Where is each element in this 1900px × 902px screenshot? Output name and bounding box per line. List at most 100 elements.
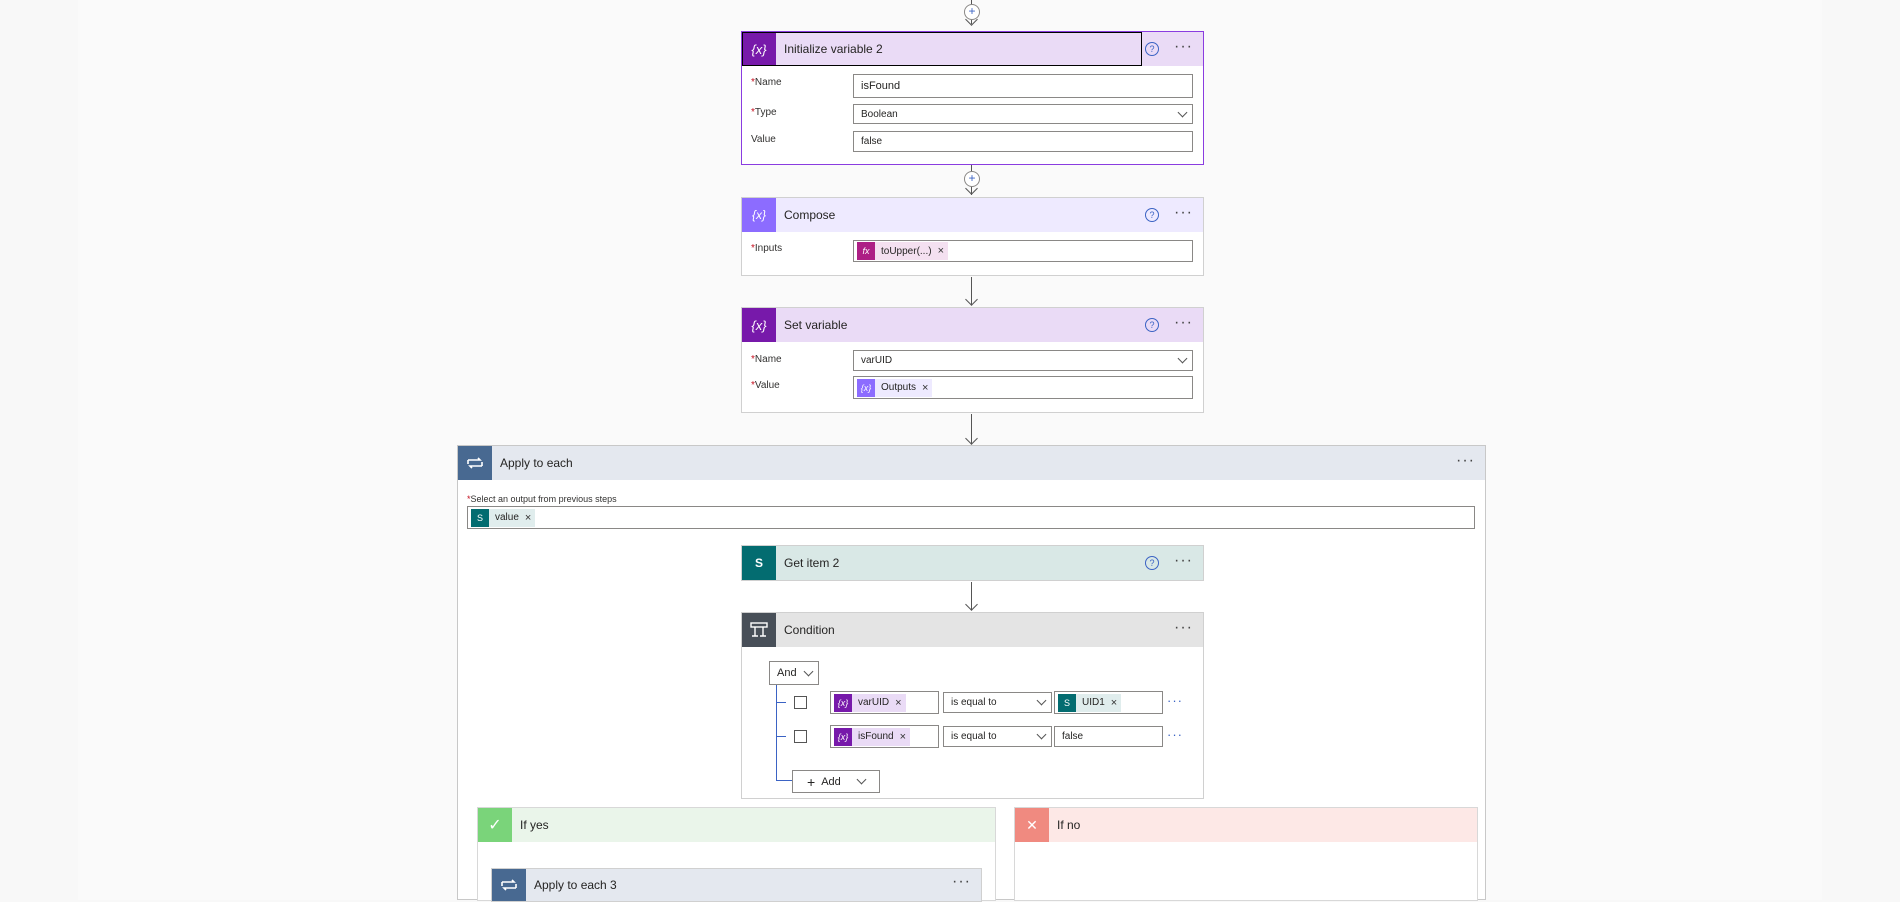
value-field[interactable]: {x} Outputs × — [853, 376, 1193, 399]
check-icon: ✓ — [478, 808, 512, 842]
name-input[interactable]: isFound — [853, 74, 1193, 98]
left-operand-field[interactable]: {x} varUID × — [830, 691, 939, 714]
tree-line — [776, 702, 786, 703]
card-header[interactable]: {x} Initialize variable 2 ? ··· — [742, 32, 1203, 66]
token-label: UID1 — [1082, 697, 1105, 708]
remove-token-button[interactable]: × — [938, 245, 944, 257]
set-variable-card[interactable]: {x} Set variable ? ··· *Name varUID *Val… — [741, 307, 1204, 413]
card-title: Set variable — [784, 318, 848, 332]
chevron-down-icon — [856, 774, 867, 785]
sharepoint-icon: S — [1058, 693, 1076, 712]
compose-icon: {x} — [742, 198, 776, 232]
help-icon[interactable]: ? — [1145, 318, 1159, 332]
chevron-down-icon — [1177, 353, 1188, 364]
variable-token[interactable]: {x} varUID × — [834, 693, 906, 712]
type-select[interactable]: Boolean — [853, 104, 1193, 124]
variable-icon: {x} — [834, 693, 852, 712]
chevron-down-icon — [1036, 729, 1047, 740]
value-token[interactable]: S value × — [471, 508, 536, 527]
flow-canvas: + {x} Initialize variable 2 ? ··· *Name … — [78, 0, 1822, 902]
help-icon[interactable]: ? — [1145, 208, 1159, 222]
value-label: Value — [751, 134, 776, 145]
remove-token-button[interactable]: × — [525, 512, 531, 524]
token-label: Outputs — [881, 382, 917, 393]
variable-icon: {x} — [834, 727, 852, 746]
if-no-branch: ✕ If no — [1014, 807, 1478, 901]
inputs-field[interactable]: fx toUpper(...) × — [853, 240, 1193, 262]
card-title: Condition — [784, 623, 835, 637]
expression-token[interactable]: fx toUpper(...) × — [857, 242, 949, 260]
row-checkbox[interactable] — [794, 696, 807, 709]
card-header[interactable]: Apply to each ··· — [458, 446, 1485, 480]
card-header[interactable]: Apply to each 3 ··· — [492, 869, 981, 901]
more-options-button[interactable]: ··· — [952, 873, 971, 891]
variable-token[interactable]: {x} isFound × — [834, 727, 911, 746]
card-title: Get item 2 — [784, 556, 840, 570]
card-title: Apply to each — [500, 456, 573, 470]
remove-token-button[interactable]: × — [900, 731, 906, 743]
value-input[interactable]: false — [853, 131, 1193, 152]
get-item-2-card[interactable]: S Get item 2 ? ··· — [741, 545, 1204, 581]
condition-icon — [742, 613, 776, 647]
compose-card[interactable]: {x} Compose ? ··· *Inputs fx toUpper(...… — [741, 197, 1204, 276]
compose-icon: {x} — [857, 378, 875, 397]
chevron-down-icon — [803, 666, 814, 677]
branch-header[interactable]: ✕ If no — [1015, 808, 1477, 842]
more-options-button[interactable]: ··· — [1174, 38, 1193, 56]
card-header[interactable]: S Get item 2 ? ··· — [742, 546, 1203, 580]
branch-title: If yes — [520, 818, 549, 832]
more-options-button[interactable]: ··· — [1174, 314, 1193, 332]
row-more-button[interactable]: ··· — [1167, 727, 1183, 742]
add-label: Add — [821, 775, 841, 788]
remove-token-button[interactable]: × — [922, 382, 928, 394]
token-label: toUpper(...) — [881, 245, 932, 257]
card-header[interactable]: Condition ··· — [742, 613, 1203, 647]
sharepoint-icon: S — [471, 508, 489, 527]
select-output-field[interactable]: S value × — [467, 506, 1475, 529]
inputs-label: *Inputs — [751, 243, 783, 254]
sharepoint-token[interactable]: S UID1 × — [1058, 693, 1122, 712]
card-header[interactable]: {x} Set variable ? ··· — [742, 308, 1203, 342]
initialize-variable-card[interactable]: {x} Initialize variable 2 ? ··· *Name is… — [741, 31, 1204, 165]
add-condition-button[interactable]: + Add — [792, 770, 880, 793]
loop-icon — [458, 446, 492, 480]
token-label: varUID — [858, 697, 890, 708]
more-options-button[interactable]: ··· — [1174, 619, 1193, 637]
condition-card[interactable]: Condition ··· And {x} varUID × is equal … — [741, 612, 1204, 799]
token-label: isFound — [858, 731, 894, 742]
apply-to-each-3-card[interactable]: Apply to each 3 ··· — [491, 868, 982, 902]
select-output-label: *Select an output from previous steps — [467, 494, 617, 504]
chevron-down-icon — [1036, 695, 1047, 706]
token-label: value — [495, 512, 519, 523]
outputs-token[interactable]: {x} Outputs × — [857, 378, 933, 397]
tree-line — [776, 780, 792, 781]
operator-select[interactable]: is equal to — [943, 726, 1052, 747]
close-icon: ✕ — [1015, 808, 1049, 842]
right-operand-field[interactable]: S UID1 × — [1054, 691, 1163, 714]
arrowhead — [965, 293, 978, 306]
more-options-button[interactable]: ··· — [1456, 452, 1475, 470]
name-label: *Name — [751, 77, 782, 88]
row-more-button[interactable]: ··· — [1167, 693, 1183, 708]
more-options-button[interactable]: ··· — [1174, 552, 1193, 570]
name-label: *Name — [751, 354, 782, 365]
card-header[interactable]: {x} Compose ? ··· — [742, 198, 1203, 232]
help-icon[interactable]: ? — [1145, 42, 1159, 56]
right-operand-input[interactable]: false — [1054, 726, 1163, 747]
fx-icon: fx — [857, 242, 875, 260]
card-title: Apply to each 3 — [534, 878, 617, 892]
card-title: Compose — [784, 208, 836, 222]
row-checkbox[interactable] — [794, 730, 807, 743]
left-operand-field[interactable]: {x} isFound × — [830, 725, 939, 748]
plus-icon: + — [807, 773, 816, 790]
name-select[interactable]: varUID — [853, 350, 1193, 371]
remove-token-button[interactable]: × — [1111, 697, 1117, 709]
operator-select[interactable]: is equal to — [943, 692, 1052, 713]
more-options-button[interactable]: ··· — [1174, 204, 1193, 222]
help-icon[interactable]: ? — [1145, 556, 1159, 570]
group-operator-select[interactable]: And — [769, 661, 819, 685]
arrowhead — [965, 432, 978, 445]
remove-token-button[interactable]: × — [895, 697, 901, 709]
variable-icon: {x} — [742, 308, 776, 342]
branch-header[interactable]: ✓ If yes — [478, 808, 995, 842]
